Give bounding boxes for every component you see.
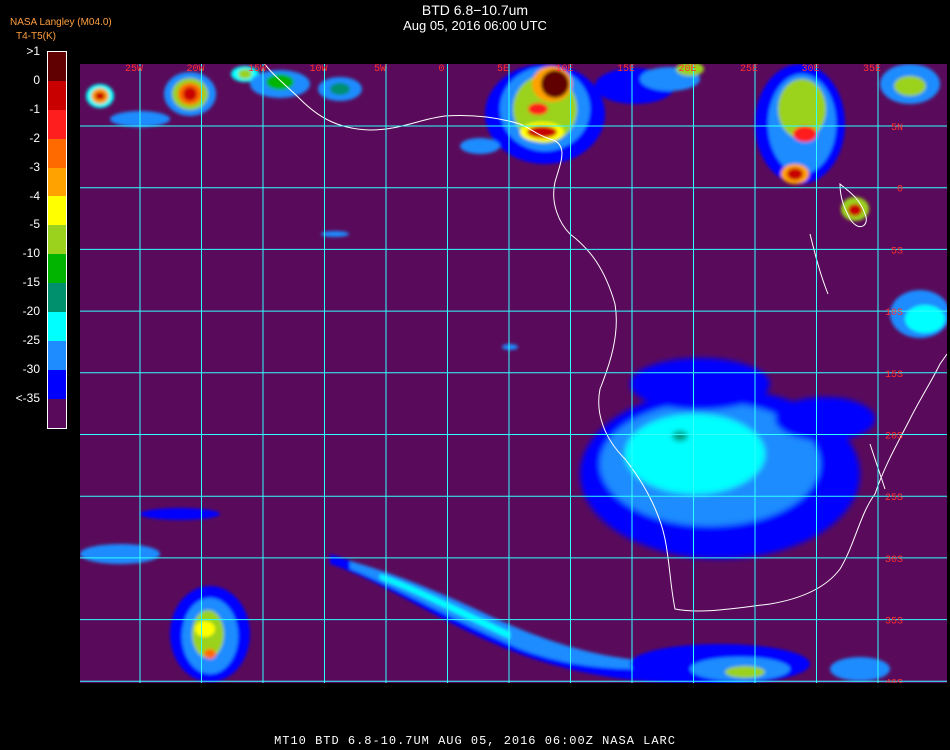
colorbar-label: -3 (29, 159, 40, 174)
latitude-label: 10S (885, 308, 903, 319)
latitude-label: 0 (897, 185, 903, 196)
colorbar-label: -5 (29, 217, 40, 232)
latitude-label: 25S (885, 493, 903, 504)
longitude-label: 5E (497, 64, 509, 75)
latitude-label: 30S (885, 555, 903, 566)
colorbar-swatch (48, 167, 66, 197)
colorbar-label: >1 (26, 44, 40, 58)
longitude-label: 0 (438, 64, 444, 75)
product-title: BTD 6.8−10.7um (421, 2, 529, 18)
colorbar-label: -2 (29, 130, 40, 145)
latitude-label: 15S (885, 370, 903, 381)
longitude-label: 10E (555, 64, 573, 75)
colorbar-label: -20 (22, 304, 40, 319)
longitude-label: 15E (617, 64, 635, 75)
credit-channel: T4-T5(K) (16, 31, 56, 42)
colorbar-swatch (48, 196, 66, 226)
map-panel: 25W 20W 15W 10W 5W 0 5E 10E 15E 20E 25E 30E 35E 5N 0 5S… (80, 64, 947, 683)
colorbar-swatch (48, 80, 66, 110)
latitude-label: 20S (885, 432, 903, 443)
colorbar-label: 0 (33, 72, 40, 87)
colorbar-label: -30 (22, 361, 40, 376)
longitude-label: 35E (863, 64, 881, 75)
colorbar-swatch (48, 52, 66, 81)
longitude-label: 30E (801, 64, 819, 75)
footer-caption: MT10 BTD 6.8-10.7UM AUG 05, 2016 06:00Z … (274, 734, 676, 748)
colorbar-swatch (48, 254, 66, 284)
longitude-label: 10W (309, 64, 327, 75)
latitude-label: 40S (885, 678, 903, 683)
longitude-label: 20E (678, 64, 696, 75)
longitude-label: 15W (248, 64, 266, 75)
latitude-label: 35S (885, 617, 903, 628)
colorbar-label: <-35 (15, 390, 40, 405)
longitude-label: 25E (740, 64, 758, 75)
satellite-map: 25W 20W 15W 10W 5W 0 5E 10E 15E 20E 25E 30E 35E 5N 0 5S… (80, 64, 947, 683)
colorbar-swatch (48, 312, 66, 341)
colorbar-swatch (48, 398, 66, 428)
colorbar-label: -4 (29, 188, 40, 203)
colorbar-swatch (48, 109, 66, 139)
colorbar-swatch (48, 340, 66, 370)
colorbar-label: -25 (22, 333, 40, 347)
latitude-label: 5S (891, 246, 903, 257)
longitude-label: 20W (186, 64, 204, 75)
product-timestamp: Aug 05, 2016 06:00 UTC (403, 18, 547, 33)
colorbar-label: -1 (29, 101, 40, 116)
colorbar (47, 51, 67, 429)
colorbar-swatch (48, 369, 66, 399)
colorbar-label: -10 (22, 246, 40, 261)
colorbar-swatch (48, 225, 66, 255)
colorbar-swatch (48, 138, 66, 168)
longitude-label: 25W (125, 64, 143, 75)
longitude-label: 5W (374, 64, 386, 75)
colorbar-swatch (48, 283, 66, 313)
latitude-label: 5N (891, 123, 903, 134)
colorbar-label: -15 (22, 275, 40, 290)
credit-agency: NASA Langley (M04.0) (10, 17, 112, 28)
